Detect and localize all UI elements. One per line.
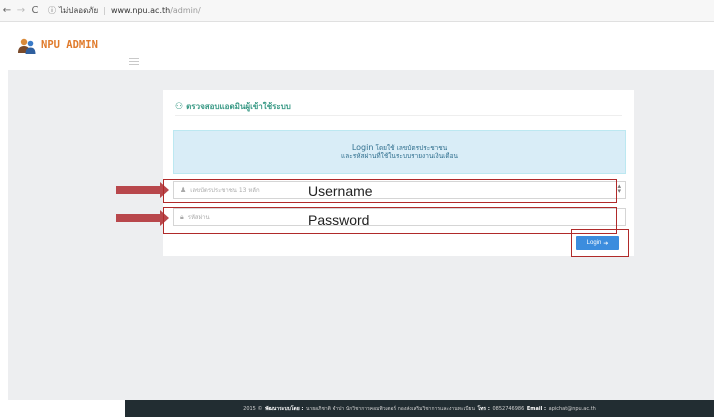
login-annotation-box [571,229,629,257]
address-bar[interactable]: ⓘ ไม่ปลอดภัย | www.npu.ac.th/admin/ [48,4,201,17]
browser-toolbar: ← → C ⓘ ไม่ปลอดภัย | www.npu.ac.th/admin… [0,0,714,22]
url-path: /admin/ [170,6,201,15]
footer-dev-text: นายอภิชาติ จำปา นักวิชาการคอมพิวเตอร์ กอ… [306,405,475,412]
password-arrow [116,210,169,226]
url-text[interactable]: www.npu.ac.th/admin/ [111,6,201,15]
footer-email[interactable]: apichat@npu.ac.th [549,406,596,412]
user-check-icon: ⚇ [175,101,184,112]
footer-tel-label: โทร : [477,405,490,412]
username-annotation-label: Username [308,183,373,199]
panel-divider [175,115,622,116]
info-icon[interactable]: ⓘ [48,5,56,16]
security-label: ไม่ปลอดภัย [59,6,99,15]
info-line-2: และรหัสผ่านที่ใช้ในระบบรายงานเงินเดือน [341,152,458,160]
url-host: www.npu.ac.th [110,6,171,15]
brand-title[interactable]: NPU ADMIN [41,39,98,51]
password-annotation-label: Password [308,212,370,228]
info-login-word: Login [351,143,374,152]
back-button[interactable]: ← [0,5,14,16]
address-divider: | [103,6,106,15]
spinner-icon[interactable]: ▴ ▾ [617,183,621,195]
info-line-1-rest: โดยใช้ เลขบัตรประชาชน [373,144,448,152]
password-annotation-box [163,207,617,234]
info-line-1: Login โดยใช้ เลขบัตรประชาชน [174,143,625,153]
footer-email-label: Email : [526,405,547,412]
footer-copyright: 2015 © [243,405,263,412]
admin-header: NPU ADMIN [8,22,714,70]
reload-button[interactable]: C [28,5,42,16]
footer: 2015 © พัฒนาระบบโดย : นายอภิชาติ จำปา นั… [125,400,714,417]
footer-dev-label: พัฒนาระบบโดย : [265,405,304,412]
footer-tel: 0852746986 [492,405,525,412]
hamburger-icon[interactable] [129,58,139,67]
users-icon [18,38,36,54]
username-annotation-box [163,179,617,203]
info-alert: Login โดยใช้ เลขบัตรประชาชน และรหัสผ่านท… [173,130,626,174]
username-arrow [116,182,169,198]
panel-title: ⚇ ตรวจสอบแอดมินผู้เข้าใช้ระบบ [175,100,291,113]
left-gutter [0,22,8,417]
forward-button[interactable]: → [14,5,28,16]
panel-title-text: ตรวจสอบแอดมินผู้เข้าใช้ระบบ [186,102,291,111]
